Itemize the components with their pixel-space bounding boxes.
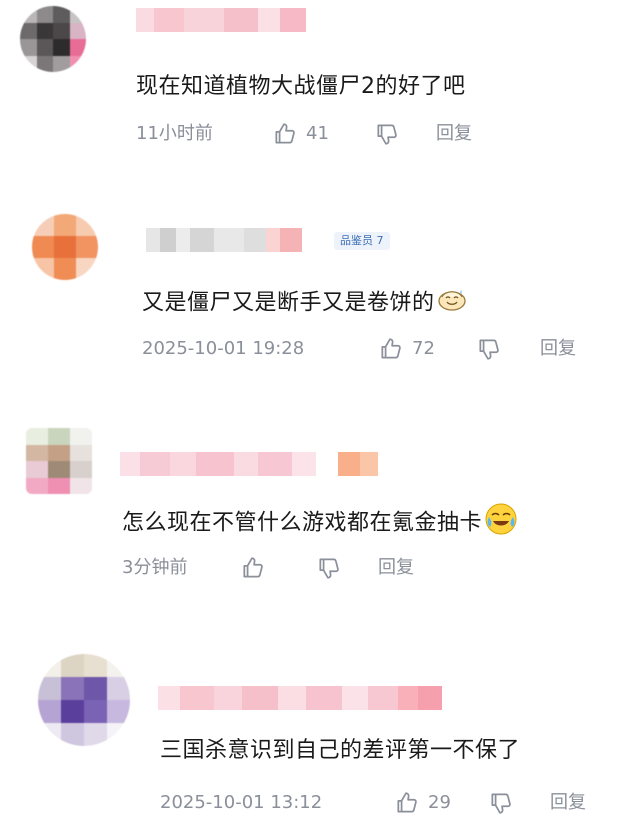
comment-item: 现在知道植物大战僵尸2的好了吧 11小时前 41 回复 [0, 0, 640, 200]
thumbs-up-icon [240, 555, 266, 581]
comment-text: 怎么现在不管什么游戏都在氪金抽卡 [122, 502, 518, 545]
crying-laughing-emoji [484, 502, 518, 545]
like-count: 72 [412, 338, 435, 359]
comment-item: 品鉴员 7 又是僵尸又是断手又是卷饼的 2025-10-01 19:28 72 … [0, 200, 640, 410]
dislike-button[interactable] [316, 555, 378, 581]
reply-button[interactable]: 回复 [550, 791, 586, 815]
dislike-button[interactable] [476, 336, 540, 362]
thumbs-down-icon [374, 121, 400, 147]
comment-time: 2025-10-01 13:12 [160, 792, 323, 813]
comment-text-body: 又是僵尸又是断手又是卷饼的 [142, 290, 435, 316]
avatar[interactable] [38, 654, 130, 746]
avatar[interactable] [26, 428, 92, 494]
comment-item: 三国杀意识到自己的差评第一不保了 2025-10-01 13:12 29 回复 [0, 630, 640, 840]
reply-button[interactable]: 回复 [436, 122, 472, 146]
comment-text: 又是僵尸又是断手又是卷饼的 [142, 286, 467, 321]
comment-meta: 3分钟前 回复 [122, 555, 414, 581]
comment-item: 怎么现在不管什么游戏都在氪金抽卡 3分钟前 回复 [0, 410, 640, 630]
comment-text: 现在知道植物大战僵尸2的好了吧 [136, 74, 466, 99]
like-button[interactable]: 41 [272, 121, 374, 147]
comment-meta: 2025-10-01 13:12 29 回复 [160, 790, 586, 816]
comment-text-body: 怎么现在不管什么游戏都在氪金抽卡 [122, 510, 483, 536]
like-button[interactable]: 29 [394, 790, 488, 816]
thumbs-up-icon [394, 790, 420, 816]
comment-time: 2025-10-01 19:28 [142, 338, 305, 359]
thumbs-up-icon [378, 336, 404, 362]
username-blurred[interactable] [120, 452, 404, 476]
thumbs-down-icon [476, 336, 502, 362]
reply-button[interactable]: 回复 [540, 337, 576, 361]
dislike-button[interactable] [374, 121, 436, 147]
username-blurred[interactable] [146, 228, 316, 252]
avatar[interactable] [20, 6, 86, 72]
thumbs-down-icon [488, 790, 514, 816]
comment-text: 三国杀意识到自己的差评第一不保了 [160, 738, 521, 763]
username-blurred[interactable] [136, 8, 306, 32]
like-count: 41 [306, 123, 329, 144]
comment-time: 3分钟前 [122, 557, 188, 578]
like-button[interactable] [240, 555, 316, 581]
reply-button[interactable]: 回复 [378, 556, 414, 580]
comment-time: 11小时前 [136, 123, 213, 144]
avatar[interactable] [32, 214, 98, 280]
thumbs-up-icon [272, 121, 298, 147]
like-button[interactable]: 72 [378, 336, 476, 362]
username-blurred[interactable] [158, 686, 442, 710]
like-count: 29 [428, 792, 451, 813]
dislike-button[interactable] [488, 790, 550, 816]
comment-meta: 2025-10-01 19:28 72 回复 [142, 336, 576, 362]
comment-meta: 11小时前 41 回复 [136, 121, 472, 147]
badge-tag: 品鉴员 7 [334, 232, 390, 250]
grin-sweat-emoji [437, 286, 467, 321]
thumbs-down-icon [316, 555, 342, 581]
